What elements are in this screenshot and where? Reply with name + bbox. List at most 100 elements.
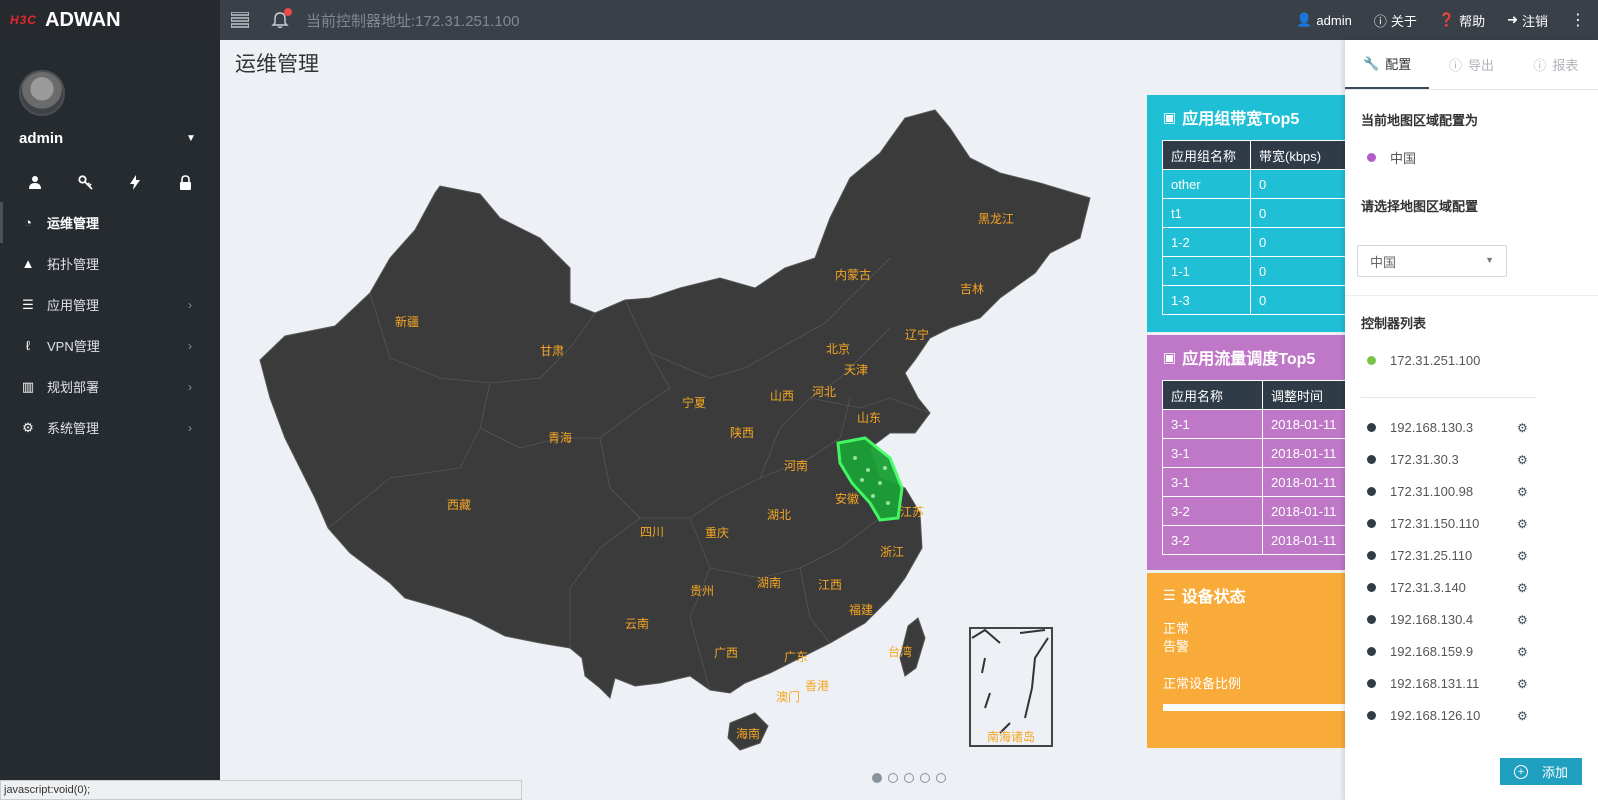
bandwidth-top5-panel: ▣ 应用组带宽Top5 应用组名称 带宽(kbps) other 0 t1 0 1-… [1147, 95, 1347, 332]
gear-icon[interactable]: ⚙ [1517, 453, 1528, 467]
sidebar-item-label: 运维管理 [47, 216, 100, 231]
controller-item[interactable]: 192.168.130.4 [1367, 612, 1473, 627]
pager-dot[interactable] [904, 773, 914, 783]
signal-icon: ▥ [21, 378, 35, 394]
notification-dot [284, 8, 292, 16]
info-circle-icon: ⓘ [1533, 58, 1547, 73]
help-link[interactable]: ❓ 帮助 [1439, 11, 1485, 30]
about-link[interactable]: ⓘ 关于 [1374, 11, 1417, 30]
province-label: 湖北 [767, 507, 791, 522]
sign-out-icon: ➜ [1507, 12, 1518, 27]
province-label: 重庆 [705, 526, 729, 540]
active-controller[interactable]: 172.31.251.100 [1367, 353, 1480, 368]
gear-icon[interactable]: ⚙ [1517, 485, 1528, 499]
table-cell: 2018-01-11 [1262, 467, 1347, 497]
menu-toggle-icon[interactable] [220, 0, 260, 40]
controller-dot [1367, 551, 1376, 560]
current-region-label: 当前地图区域配置为 [1361, 113, 1479, 128]
gear-icon[interactable]: ⚙ [1517, 421, 1528, 435]
sidebar-username[interactable]: admin [19, 130, 63, 147]
gear-icon[interactable]: ⚙ [1517, 549, 1528, 563]
caret-down-icon[interactable]: ▼ [186, 133, 196, 144]
province-label: 广西 [714, 646, 738, 660]
tab-export[interactable]: ⓘ 导出 [1429, 40, 1513, 89]
controller-ip: 192.168.159.9 [1390, 644, 1474, 659]
user-menu[interactable]: 👤 admin [1296, 12, 1352, 28]
table-cell: 1-3 [1162, 285, 1251, 315]
gear-icon[interactable]: ⚙ [1517, 677, 1528, 691]
caret-down-icon: ▼ [1485, 255, 1494, 265]
device-status-panel: ☰ 设备状态 正常 告警 正常设备比例 [1147, 573, 1347, 748]
controller-item[interactable]: 172.31.100.98 [1367, 484, 1473, 499]
h3c-logo: H3C [10, 13, 38, 27]
tab-report[interactable]: ⓘ 报表 [1514, 40, 1598, 89]
table-cell: 0 [1250, 227, 1347, 257]
device-alarm-label: 告警 [1163, 639, 1190, 654]
table-cell: t1 [1162, 198, 1251, 228]
controller-item[interactable]: 192.168.126.10 [1367, 708, 1480, 723]
add-controller-button[interactable]: + 添加 [1500, 758, 1582, 785]
sitemap-icon: ▲ [21, 256, 35, 271]
sidebar-item-topology[interactable]: ▲ 拓扑管理 [0, 243, 220, 284]
table-row: 3-1 2018-01-11 [1162, 409, 1347, 439]
gear-icon[interactable]: ⚙ [1517, 613, 1528, 627]
controller-ip: 172.31.150.110 [1390, 516, 1480, 531]
sidebar-item-system[interactable]: ⚙ 系统管理 › [0, 407, 220, 448]
more-vertical-icon[interactable]: ⋮ [1570, 10, 1586, 30]
gear-icon[interactable]: ⚙ [1517, 517, 1528, 531]
pager-dot[interactable] [872, 773, 882, 783]
gear-icon[interactable]: ⚙ [1517, 645, 1528, 659]
divider [1345, 295, 1598, 296]
controller-ip: 192.168.130.3 [1390, 420, 1474, 435]
gear-icon[interactable]: ⚙ [1517, 581, 1528, 595]
tab-config[interactable]: 🔧 配置 [1345, 40, 1430, 89]
province-label: 浙江 [880, 545, 904, 559]
table-cell: 0 [1250, 198, 1347, 228]
province-label: 甘肃 [540, 344, 564, 358]
sidebar-item-planning[interactable]: ▥ 规划部署 › [0, 366, 220, 407]
pager-dot[interactable] [888, 773, 898, 783]
user-icon: 👤 [1296, 12, 1313, 27]
controller-dot [1367, 711, 1376, 720]
wallet-icon: ▣ [1163, 108, 1177, 125]
controller-dot [1367, 615, 1376, 624]
controller-ip: 172.31.30.3 [1390, 452, 1459, 467]
bolt-icon[interactable] [123, 170, 147, 194]
controller-item[interactable]: 172.31.3.140 [1367, 580, 1466, 595]
normal-ratio-label: 正常设备比例 [1163, 676, 1242, 691]
sidebar-item-apps[interactable]: ☰ 应用管理 › [0, 284, 220, 325]
tab-label: 导出 [1467, 58, 1494, 73]
gear-icon[interactable]: ⚙ [1517, 709, 1528, 723]
map-mainland [259, 109, 1091, 699]
lock-icon[interactable] [173, 170, 197, 194]
user-icon[interactable] [23, 170, 47, 194]
table-row: 1-3 0 [1162, 285, 1347, 315]
china-map[interactable]: 新疆 甘肃 青海 西藏 内蒙古 黑龙江 吉林 辽宁 北京 天津 河北 山西 山东… [240, 98, 1120, 768]
bandwidth-table: 应用组名称 带宽(kbps) other 0 t1 0 1-2 0 1-1 0 1-3 0 [1162, 140, 1347, 315]
key-icon[interactable] [73, 170, 97, 194]
current-region-value: 中国 [1390, 151, 1417, 166]
pager-dot[interactable] [936, 773, 946, 783]
tab-label: 配置 [1385, 57, 1412, 72]
controller-ip: 192.168.130.4 [1390, 612, 1474, 627]
province-label: 广东 [784, 650, 808, 664]
controller-item[interactable]: 172.31.25.110 [1367, 548, 1472, 563]
province-label: 海南 [736, 726, 760, 741]
pager-dot[interactable] [920, 773, 930, 783]
logout-link[interactable]: ➜ 注销 [1507, 11, 1548, 30]
avatar[interactable] [19, 70, 65, 116]
active-dot [1367, 356, 1376, 365]
controller-item[interactable]: 192.168.131.11 [1367, 676, 1479, 691]
sidebar-item-ops[interactable]: ◔ 运维管理 [0, 202, 220, 243]
province-label: 西藏 [447, 498, 471, 512]
panel-title: ▣ 应用组带宽Top5 [1147, 95, 1347, 139]
bell-icon[interactable] [260, 0, 300, 40]
table-header-row: 应用组名称 带宽(kbps) [1162, 140, 1347, 170]
sidebar-item-vpn[interactable]: ℓ VPN管理 › [0, 325, 220, 366]
controller-item[interactable]: 172.31.150.110 [1367, 516, 1479, 531]
controller-item[interactable]: 192.168.130.3 [1367, 420, 1473, 435]
table-row: t1 0 [1162, 198, 1347, 228]
controller-item[interactable]: 192.168.159.9 [1367, 644, 1473, 659]
region-select[interactable]: 中国 ▼ [1357, 245, 1507, 277]
controller-item[interactable]: 172.31.30.3 [1367, 452, 1459, 467]
